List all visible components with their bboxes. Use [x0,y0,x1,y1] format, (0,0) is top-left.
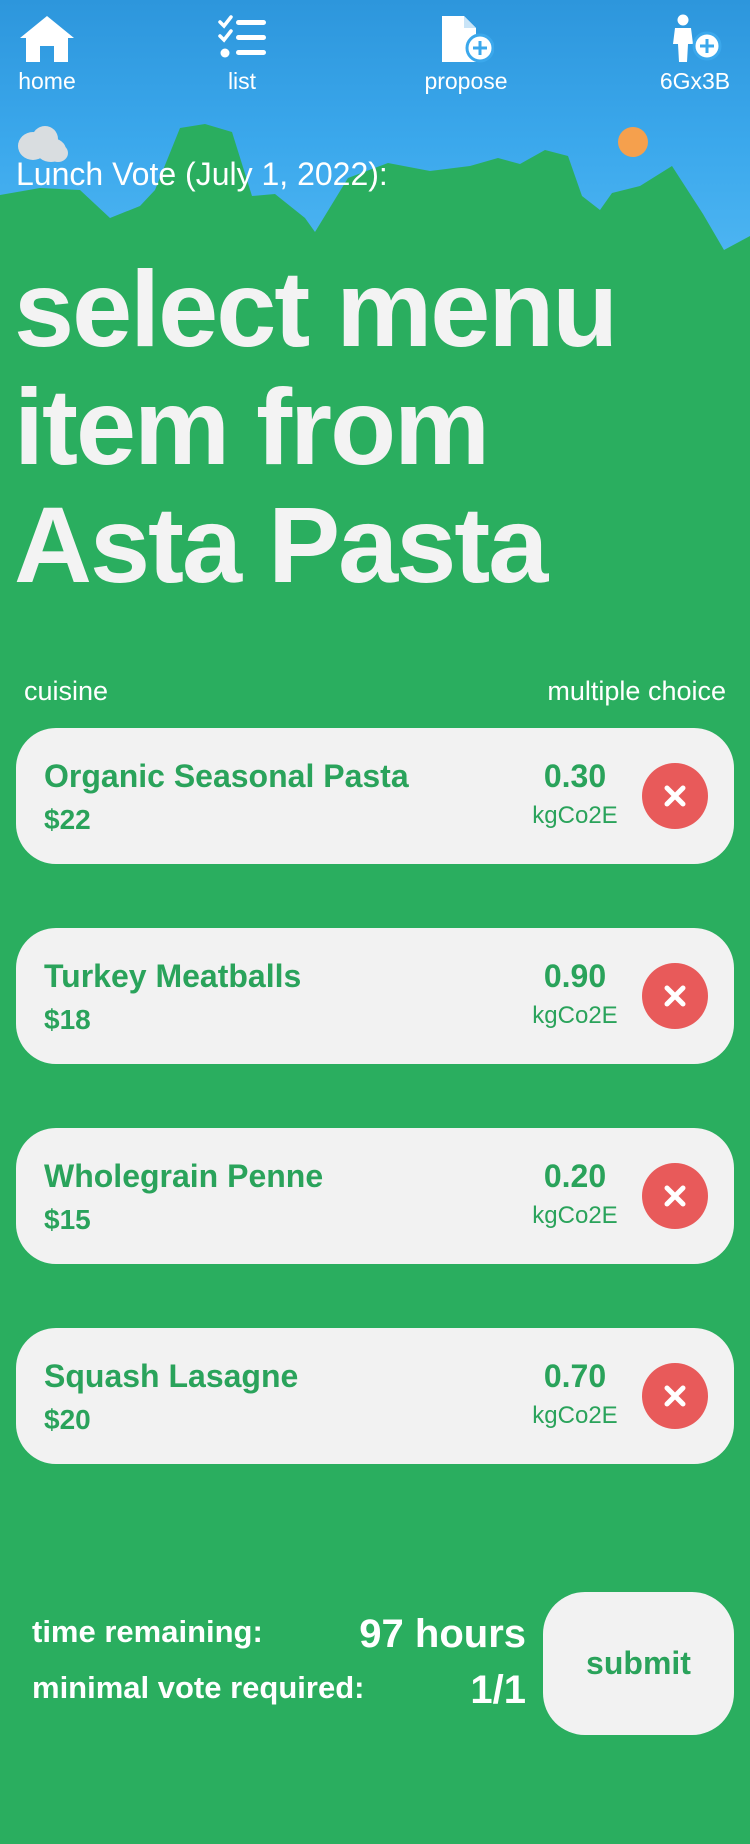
menu-item-name: Organic Seasonal Pasta [44,758,409,794]
home-icon [20,16,74,62]
menu-item-co2: 0.70 [543,1358,607,1394]
nav-propose[interactable]: propose [418,14,514,95]
menu-item-card[interactable]: Turkey Meatballs $18 0.90 kgCo2E [16,928,734,1064]
menu-item-co2: 0.30 [543,758,607,794]
close-icon [664,1185,686,1207]
menu-item-name: Squash Lasagne [44,1358,299,1394]
sun-icon [618,127,648,157]
checklist-icon [218,15,266,58]
menu-item-co2: 0.90 [543,958,607,994]
menu-item-price: $15 [44,1204,91,1235]
headline-line-2: item from [14,366,490,487]
nav-home[interactable]: home [14,14,80,95]
remove-item-button[interactable] [642,1363,708,1429]
menu-item-co2-unit: kgCo2E [532,1002,618,1029]
menu-item-price: $20 [44,1404,91,1435]
menu-item-card[interactable]: Squash Lasagne $20 0.70 kgCo2E [16,1328,734,1464]
menu-item-co2-unit: kgCo2E [532,802,618,829]
remove-item-button[interactable] [642,1163,708,1229]
nav-list-label: list [227,68,257,94]
remove-item-button[interactable] [642,963,708,1029]
minimal-vote-label: minimal vote required: [32,1670,365,1705]
menu-item-price: $22 [44,804,91,835]
headline-line-1: select menu [14,248,618,369]
menu-item-name: Wholegrain Penne [44,1158,324,1194]
menu-item-co2-unit: kgCo2E [532,1402,618,1429]
add-document-icon [442,16,494,63]
time-remaining-value: 97 hours [359,1612,526,1656]
close-icon [664,785,686,807]
time-remaining-label: time remaining: [32,1614,263,1649]
submit-button[interactable]: submit [543,1592,734,1735]
close-icon [664,1385,686,1407]
menu-item-co2-unit: kgCo2E [532,1202,618,1229]
nav-propose-label: propose [424,68,508,94]
menu-item-name: Turkey Meatballs [44,958,302,994]
remove-item-button[interactable] [642,763,708,829]
close-icon [664,985,686,1007]
top-nav: home list propose 6Gx3B [0,0,750,110]
page-headline: select menu item from Asta Pasta [14,250,734,604]
nav-list[interactable]: list [216,14,268,95]
minimal-vote-value: 1/1 [470,1668,526,1712]
headline-line-3: Asta Pasta [14,484,548,605]
vote-title: Lunch Vote (July 1, 2022): [16,156,388,192]
nav-home-label: home [18,68,76,94]
menu-item-price: $18 [44,1004,91,1035]
nav-user-label: 6Gx3B [659,68,731,94]
menu-item-card[interactable]: Wholegrain Penne $15 0.20 kgCo2E [16,1128,734,1264]
multiple-choice-label: multiple choice [547,676,726,706]
nav-user[interactable]: 6Gx3B [654,14,736,95]
menu-item-card[interactable]: Organic Seasonal Pasta $22 0.30 kgCo2E [16,728,734,864]
add-person-icon [673,14,722,62]
menu-item-co2: 0.20 [543,1158,607,1194]
cuisine-label: cuisine [24,676,109,706]
